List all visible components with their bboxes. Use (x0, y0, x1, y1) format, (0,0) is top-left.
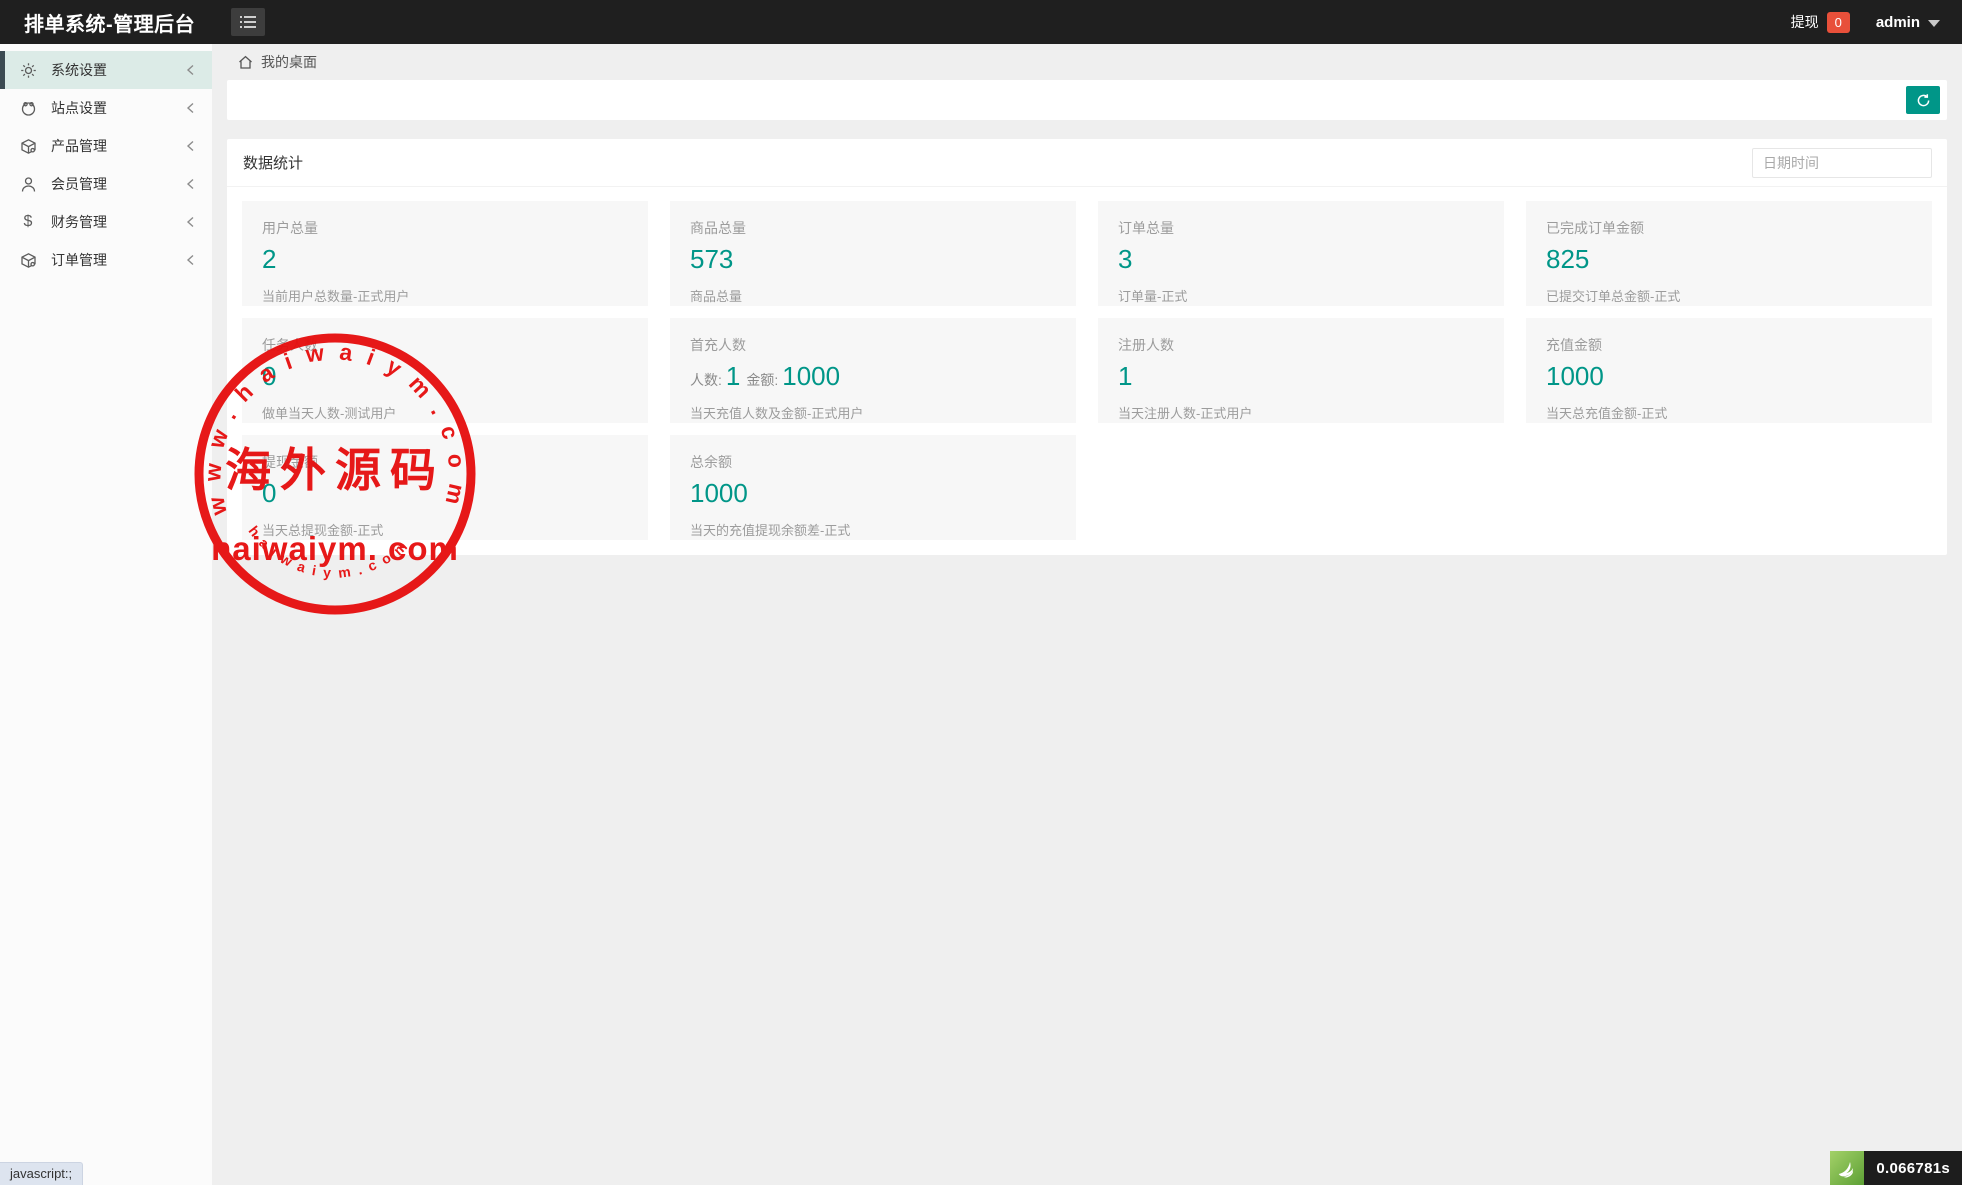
stat-card-total-users: 用户总量 2 当前用户总数量-正式用户 (242, 201, 648, 306)
user-icon (19, 175, 37, 193)
stat-label: 商品总量 (690, 218, 1056, 238)
refresh-button[interactable] (1906, 86, 1940, 114)
stat-desc: 商品总量 (690, 286, 1056, 305)
sidebar-item-label: 订单管理 (51, 250, 107, 270)
refresh-icon (1916, 93, 1931, 108)
withdraw-link[interactable]: 提现 (1791, 12, 1819, 32)
chevron-left-icon (185, 102, 196, 114)
stat-label: 充值金额 (1546, 335, 1912, 355)
thinkphp-logo-icon[interactable] (1830, 1151, 1864, 1185)
sidebar-item-order-management[interactable]: 订单管理 (0, 241, 212, 279)
toolbar (227, 80, 1947, 120)
stat-label: 任务人数 (262, 335, 628, 355)
trace-time-badge[interactable]: 0.066781s (1864, 1151, 1962, 1185)
breadcrumb: 我的桌面 (212, 44, 1962, 80)
sidebar-item-label: 会员管理 (51, 174, 107, 194)
stat-value: 2 (262, 245, 628, 275)
chevron-left-icon (185, 178, 196, 190)
stats-cards-grid: 用户总量 2 当前用户总数量-正式用户 商品总量 573 商品总量 订单总量 3… (227, 187, 1947, 555)
app-title: 排单系统-管理后台 (0, 8, 212, 37)
stat-desc: 当天充值人数及金额-正式用户 (690, 403, 1056, 422)
stat-desc: 已提交订单总金额-正式 (1546, 286, 1912, 305)
sidebar-item-label: 产品管理 (51, 136, 107, 156)
topbar: 排单系统-管理后台 提现 0 admin (0, 0, 1962, 44)
panel-header: 数据统计 (227, 139, 1947, 187)
stat-card-total-orders: 订单总量 3 订单量-正式 (1098, 201, 1504, 306)
stat-subvalue: 1 (726, 362, 740, 392)
stat-label: 首充人数 (690, 335, 1056, 355)
main-content: 我的桌面 数据统计 用户总量 2 当前用户总数量-正式用户 商品总量 573 (212, 44, 1962, 1185)
chevron-left-icon (185, 254, 196, 266)
sidebar-item-finance-management[interactable]: $ 财务管理 (0, 203, 212, 241)
stat-card-withdraw-amount: 提现金额 0 当天总提现金额-正式 (242, 435, 648, 540)
stat-value: 0 (262, 362, 628, 392)
withdraw-count-badge[interactable]: 0 (1827, 12, 1850, 33)
sidebar-item-label: 财务管理 (51, 212, 107, 232)
chevron-left-icon (185, 216, 196, 228)
stat-label: 注册人数 (1118, 335, 1484, 355)
user-dropdown[interactable]: admin (1876, 14, 1940, 31)
stat-label: 订单总量 (1118, 218, 1484, 238)
gear-icon (19, 61, 37, 79)
stat-value: 1000 (690, 479, 1056, 509)
sidebar-item-label: 站点设置 (51, 98, 107, 118)
stat-card-task-users: 任务人数 0 做单当天人数-测试用户 (242, 318, 648, 423)
home-icon[interactable] (238, 55, 253, 70)
stat-desc: 当天总充值金额-正式 (1546, 403, 1912, 422)
date-input[interactable] (1752, 148, 1932, 178)
sidebar-item-product-management[interactable]: 产品管理 (0, 127, 212, 165)
chevron-left-icon (185, 140, 196, 152)
stat-value: 1000 (1546, 362, 1912, 392)
stat-value: 825 (1546, 245, 1912, 275)
stat-value: 0 (262, 479, 628, 509)
stat-card-recharge-amount: 充值金额 1000 当天总充值金额-正式 (1526, 318, 1932, 423)
link-status-tooltip: javascript:; (0, 1162, 83, 1185)
panel-title: 数据统计 (243, 152, 303, 173)
stat-desc: 当天注册人数-正式用户 (1118, 403, 1484, 422)
sidebar-item-system-settings[interactable]: 系统设置 (0, 51, 212, 89)
stat-label: 已完成订单金额 (1546, 218, 1912, 238)
stat-desc: 当前用户总数量-正式用户 (262, 286, 628, 305)
trace-bar: 0.066781s (1830, 1151, 1962, 1185)
sidebar-item-label: 系统设置 (51, 60, 107, 80)
cube-icon (19, 137, 37, 155)
stat-sublabel: 人数: (690, 370, 722, 390)
sidebar-item-member-management[interactable]: 会员管理 (0, 165, 212, 203)
globe-icon (19, 99, 37, 117)
topbar-right: 提现 0 admin (1791, 12, 1962, 33)
stat-card-total-balance: 总余额 1000 当天的充值提现余额差-正式 (670, 435, 1076, 540)
stat-card-registered-users: 注册人数 1 当天注册人数-正式用户 (1098, 318, 1504, 423)
stat-label: 总余额 (690, 452, 1056, 472)
chevron-down-icon (1928, 20, 1940, 27)
stat-desc: 当天的充值提现余额差-正式 (690, 520, 1056, 539)
stat-card-first-recharge: 首充人数 人数: 1 金额: 1000 当天充值人数及金额-正式用户 (670, 318, 1076, 423)
stat-value-composite: 人数: 1 金额: 1000 (690, 362, 1056, 392)
stat-value: 3 (1118, 245, 1484, 275)
stat-sublabel: 金额: (746, 370, 778, 390)
stat-desc: 做单当天人数-测试用户 (262, 403, 628, 422)
sidebar-collapse-button[interactable] (231, 8, 265, 36)
stat-value: 573 (690, 245, 1056, 275)
sidebar-item-site-settings[interactable]: 站点设置 (0, 89, 212, 127)
stat-subvalue: 1000 (782, 362, 840, 392)
sidebar: 系统设置 站点设置 产品管理 (0, 44, 212, 1185)
stat-desc: 当天总提现金额-正式 (262, 520, 628, 539)
stat-desc: 订单量-正式 (1118, 286, 1484, 305)
stat-value: 1 (1118, 362, 1484, 392)
username: admin (1876, 14, 1920, 31)
hamburger-icon (240, 15, 256, 29)
stat-label: 用户总量 (262, 218, 628, 238)
dollar-icon: $ (19, 213, 37, 231)
stat-card-completed-order-amount: 已完成订单金额 825 已提交订单总金额-正式 (1526, 201, 1932, 306)
package-icon (19, 251, 37, 269)
stat-label: 提现金额 (262, 452, 628, 472)
stats-panel: 数据统计 用户总量 2 当前用户总数量-正式用户 商品总量 573 商品总量 订… (227, 139, 1947, 555)
stat-card-total-products: 商品总量 573 商品总量 (670, 201, 1076, 306)
breadcrumb-label[interactable]: 我的桌面 (261, 52, 317, 72)
chevron-left-icon (185, 64, 196, 76)
